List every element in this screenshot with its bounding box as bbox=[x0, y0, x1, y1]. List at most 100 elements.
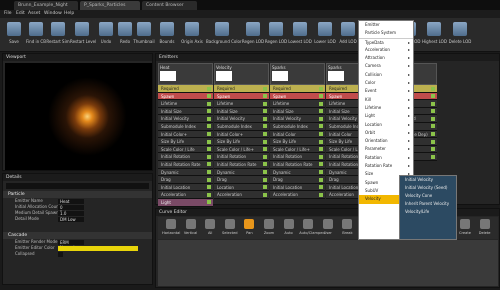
emitter-header[interactable]: Heat bbox=[158, 63, 213, 85]
context-menu-item[interactable]: Orbit ▸ bbox=[359, 129, 413, 137]
emitter-module[interactable]: Dynamic bbox=[214, 168, 269, 177]
emitter-module[interactable]: Submodule Index bbox=[270, 122, 325, 131]
tab-content-browser[interactable]: Content Browser bbox=[142, 1, 197, 10]
submenu-item[interactable]: Inherit Parent Velocity bbox=[400, 200, 456, 208]
emitter-module[interactable]: Lifetime bbox=[214, 100, 269, 108]
module-enable-checkbox[interactable] bbox=[263, 185, 267, 190]
emitter-module[interactable]: Required bbox=[214, 85, 269, 93]
module-enable-checkbox[interactable] bbox=[207, 132, 211, 137]
emitter-module[interactable]: Initial Velocity bbox=[214, 115, 269, 123]
submenu-item[interactable]: Velocity/Life bbox=[400, 208, 456, 216]
context-menu-item[interactable]: Acceleration ▸ bbox=[359, 46, 413, 54]
module-enable-checkbox[interactable] bbox=[207, 192, 211, 197]
context-menu-item[interactable]: Particle System bbox=[359, 29, 413, 37]
curve-tool-button[interactable]: Pan bbox=[240, 219, 258, 235]
emitter-module[interactable]: Lifetime bbox=[158, 100, 213, 108]
emitter-module[interactable]: Drag bbox=[158, 176, 213, 184]
context-menu-item[interactable]: Parameter ▸ bbox=[359, 145, 413, 153]
cascade-section[interactable]: Cascade bbox=[3, 232, 152, 239]
module-enable-checkbox[interactable] bbox=[263, 139, 267, 144]
restart-level-button[interactable]: Restart Level bbox=[70, 22, 96, 50]
curve-tool-button[interactable]: User bbox=[319, 219, 337, 235]
module-enable-checkbox[interactable] bbox=[207, 94, 211, 99]
module-enable-checkbox[interactable] bbox=[263, 162, 267, 167]
module-enable-checkbox[interactable] bbox=[263, 116, 267, 121]
delete-lod-button[interactable]: Delete LOD bbox=[448, 22, 472, 50]
tab-level[interactable]: Brunn_Example_Night bbox=[14, 1, 78, 10]
curve-tool-button[interactable]: Auto bbox=[280, 219, 298, 235]
collapsed-checkbox[interactable] bbox=[58, 251, 63, 257]
menu-window[interactable]: Window bbox=[44, 11, 62, 16]
emitter-module[interactable]: Size By Life bbox=[214, 138, 269, 146]
emitter-module[interactable]: Required bbox=[270, 85, 325, 93]
module-enable-checkbox[interactable] bbox=[431, 101, 435, 106]
emitter-header[interactable]: Velocity bbox=[214, 63, 269, 85]
module-enable-checkbox[interactable] bbox=[319, 170, 323, 175]
curve-tool-button[interactable]: Delete bbox=[476, 219, 494, 235]
module-enable-checkbox[interactable] bbox=[263, 124, 267, 129]
module-enable-checkbox[interactable] bbox=[263, 109, 267, 114]
module-enable-checkbox[interactable] bbox=[431, 109, 435, 114]
module-enable-checkbox[interactable] bbox=[207, 109, 211, 114]
curve-tool-button[interactable]: All bbox=[201, 219, 219, 235]
curve-tool-button[interactable]: Break bbox=[338, 219, 356, 235]
curve-tool-button[interactable]: Zoom bbox=[260, 219, 278, 235]
emitter-module[interactable]: Drag bbox=[214, 176, 269, 184]
restart-sim-button[interactable]: Restart Sim bbox=[46, 22, 70, 50]
regen-lod-button[interactable]: Regen LOD bbox=[241, 22, 265, 50]
module-enable-checkbox[interactable] bbox=[263, 154, 267, 159]
lower-lod-button[interactable]: Lower LOD bbox=[313, 22, 337, 50]
module-enable-checkbox[interactable] bbox=[319, 132, 323, 137]
emitter-module[interactable]: Dynamic bbox=[270, 168, 325, 177]
module-enable-checkbox[interactable] bbox=[319, 101, 323, 106]
module-enable-checkbox[interactable] bbox=[431, 86, 435, 91]
emitter-name-field[interactable]: Heat bbox=[58, 198, 84, 204]
module-enable-checkbox[interactable] bbox=[431, 154, 435, 159]
details-search-input[interactable] bbox=[6, 183, 149, 189]
module-enable-checkbox[interactable] bbox=[207, 170, 211, 175]
module-enable-checkbox[interactable] bbox=[207, 86, 211, 91]
emitter-module[interactable]: Spawn bbox=[158, 92, 213, 101]
emitter-module[interactable]: Size By Life bbox=[158, 138, 213, 146]
context-menu-item[interactable]: Camera ▸ bbox=[359, 62, 413, 70]
emitter-module[interactable]: Initial Velocity bbox=[270, 115, 325, 123]
viewport-canvas[interactable] bbox=[5, 63, 152, 170]
emitter-module[interactable]: Initial Rotation Rate bbox=[214, 160, 269, 169]
module-enable-checkbox[interactable] bbox=[207, 139, 211, 144]
emitter-module[interactable]: Scale Color / Life bbox=[158, 145, 213, 154]
module-enable-checkbox[interactable] bbox=[431, 132, 435, 137]
emitter-module[interactable]: Initial Rotation bbox=[270, 153, 325, 161]
emitter-module[interactable]: Acceleration bbox=[158, 191, 213, 199]
emitter-module[interactable]: Initial Velocity bbox=[158, 115, 213, 123]
module-enable-checkbox[interactable] bbox=[319, 162, 323, 167]
editor-color-swatch[interactable] bbox=[58, 245, 138, 251]
emitter-header[interactable]: Sparks bbox=[270, 63, 325, 85]
module-enable-checkbox[interactable] bbox=[207, 116, 211, 121]
context-menu-item[interactable]: Collision ▸ bbox=[359, 71, 413, 79]
module-enable-checkbox[interactable] bbox=[207, 101, 211, 106]
emitter-column[interactable]: Heat Required Spawn Lifetime Initial Size Ini… bbox=[158, 63, 213, 207]
module-enable-checkbox[interactable] bbox=[207, 147, 211, 152]
menu-help[interactable]: Help bbox=[64, 11, 74, 16]
module-enable-checkbox[interactable] bbox=[207, 185, 211, 190]
curve-tool-button[interactable]: Horizontal bbox=[162, 219, 180, 235]
module-enable-checkbox[interactable] bbox=[319, 177, 323, 182]
emitter-module[interactable]: Initial Rotation bbox=[214, 153, 269, 161]
menu-file[interactable]: File bbox=[4, 11, 12, 16]
module-enable-checkbox[interactable] bbox=[431, 116, 435, 121]
module-enable-checkbox[interactable] bbox=[263, 147, 267, 152]
emitter-module[interactable]: Initial Location bbox=[270, 183, 325, 192]
emitter-module[interactable]: Drag bbox=[270, 176, 325, 184]
module-enable-checkbox[interactable] bbox=[207, 177, 211, 182]
submenu-item[interactable]: Initial Velocity (Seed) bbox=[400, 184, 456, 192]
module-enable-checkbox[interactable] bbox=[431, 147, 435, 152]
module-enable-checkbox[interactable] bbox=[263, 94, 267, 99]
module-enable-checkbox[interactable] bbox=[319, 147, 323, 152]
emitter-module[interactable]: Scale Color / Life+ bbox=[270, 145, 325, 154]
emitter-module[interactable]: Initial Rotation bbox=[158, 153, 213, 161]
context-menu-item[interactable]: Color ▸ bbox=[359, 79, 413, 87]
emitter-module[interactable]: Light bbox=[158, 198, 213, 207]
module-enable-checkbox[interactable] bbox=[207, 124, 211, 129]
render-mode-select[interactable]: ERM Normal bbox=[58, 239, 84, 250]
submenu-item[interactable]: Velocity Cone bbox=[400, 192, 456, 200]
